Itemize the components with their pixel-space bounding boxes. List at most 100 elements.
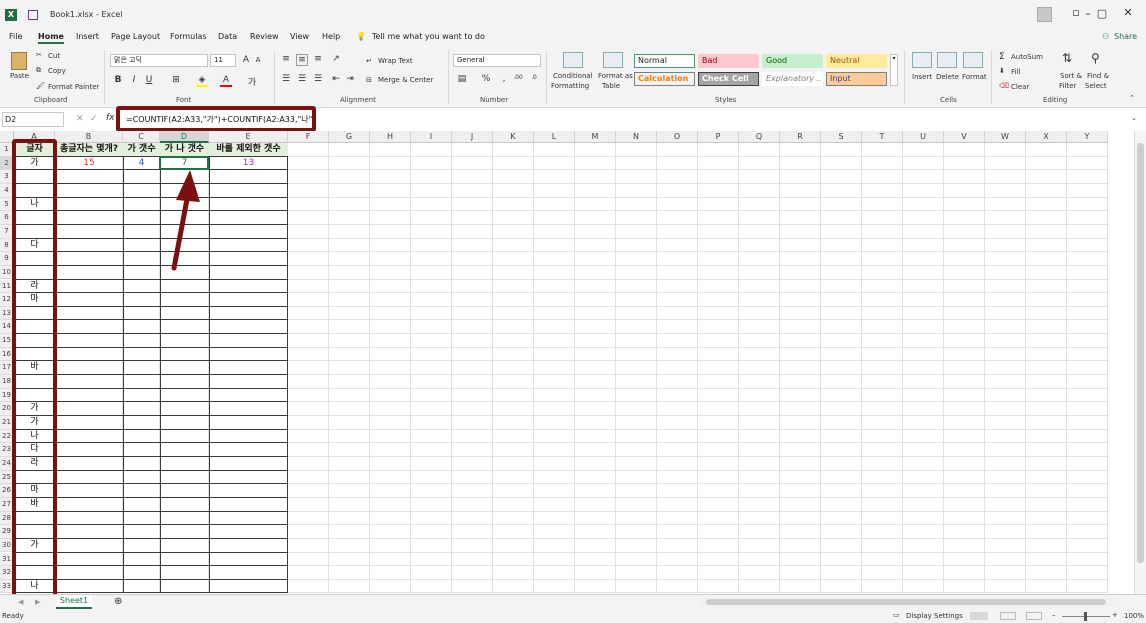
zoom-level[interactable]: 100% [1124, 612, 1144, 620]
column-header-g[interactable]: G [329, 131, 370, 143]
display-settings-button[interactable]: Display Settings [906, 612, 963, 620]
fill-button[interactable]: Fill [1011, 68, 1020, 76]
italic-icon[interactable]: I [128, 75, 140, 85]
name-box[interactable]: D2 [2, 112, 64, 127]
cell-style-7[interactable]: Input [826, 72, 887, 86]
borders-icon[interactable]: ⊞ [170, 75, 182, 85]
phonetic-icon[interactable]: 가 [246, 75, 258, 88]
zoom-slider-thumb[interactable] [1084, 612, 1087, 621]
delete-cells-icon[interactable] [937, 52, 957, 68]
restore-icon[interactable]: ▢ [1088, 7, 1116, 20]
expand-formula-bar-icon[interactable]: ⌄ [1131, 114, 1137, 122]
tab-view[interactable]: View [290, 32, 309, 41]
comma-style-icon[interactable]: , [498, 74, 510, 84]
accounting-format-icon[interactable]: ▤ [456, 74, 468, 84]
page-break-view-icon[interactable] [1026, 612, 1042, 620]
underline-icon[interactable]: U [143, 75, 155, 85]
find-select-button[interactable]: Find & [1087, 72, 1109, 80]
insert-cells-icon[interactable] [912, 52, 932, 68]
font-name-select[interactable]: 맑은 고딕 [110, 54, 208, 67]
cancel-icon[interactable]: ✕ [76, 114, 84, 124]
horizontal-scroll-thumb[interactable] [706, 599, 1106, 605]
number-format-select[interactable]: General [453, 54, 541, 67]
column-header-l[interactable]: L [534, 131, 575, 143]
increase-font-icon[interactable]: A [240, 55, 252, 65]
page-layout-view-icon[interactable] [1000, 612, 1016, 620]
column-header-o[interactable]: O [657, 131, 698, 143]
decrease-indent-icon[interactable]: ⇤ [330, 74, 342, 84]
format-as-table-button[interactable]: Format as [598, 72, 633, 80]
cell-b2[interactable]: 15 [55, 157, 123, 170]
cell-style-3[interactable]: Neutral [826, 54, 887, 68]
cell-style-4[interactable]: Calculation [634, 72, 695, 86]
paste-button[interactable]: Paste [10, 72, 29, 80]
increase-indent-icon[interactable]: ⇥ [344, 74, 356, 84]
align-middle-icon[interactable]: ≡ [296, 54, 308, 66]
column-header-e[interactable]: E [209, 131, 288, 143]
tab-insert[interactable]: Insert [76, 32, 99, 41]
tab-file[interactable]: File [9, 32, 22, 41]
cell-style-1[interactable]: Bad [698, 54, 759, 68]
column-header-i[interactable]: I [411, 131, 452, 143]
decrease-decimal-icon[interactable]: .0 [528, 74, 540, 81]
column-header-r[interactable]: R [780, 131, 821, 143]
column-header-m[interactable]: M [575, 131, 616, 143]
decrease-font-icon[interactable]: A [252, 56, 264, 64]
save-icon[interactable] [28, 10, 38, 20]
align-bottom-icon[interactable]: ≡ [312, 54, 324, 64]
format-cells-icon[interactable] [963, 52, 983, 68]
column-header-d[interactable]: D [160, 131, 209, 143]
column-header-u[interactable]: U [903, 131, 944, 143]
align-center-icon[interactable]: ☰ [296, 74, 308, 84]
share-button[interactable]: Share [1114, 32, 1137, 41]
format-cells-button[interactable]: Format [962, 73, 987, 81]
fill-color-icon[interactable]: ◈ [196, 75, 208, 87]
cell-d1[interactable]: 가 나 갯수 [160, 143, 209, 156]
column-header-q[interactable]: Q [739, 131, 780, 143]
cut-button[interactable]: Cut [48, 52, 60, 60]
horizontal-scrollbar[interactable] [700, 598, 1118, 606]
collapse-ribbon-icon[interactable]: ⌃ [1129, 94, 1135, 102]
font-color-icon[interactable]: A [220, 75, 232, 87]
align-right-icon[interactable]: ☰ [312, 74, 324, 84]
format-painter-button[interactable]: Format Painter [48, 83, 99, 91]
paste-icon[interactable] [11, 52, 27, 70]
column-header-j[interactable]: J [452, 131, 493, 143]
insert-function-icon[interactable]: fx [106, 113, 115, 123]
format-as-table-icon[interactable] [603, 52, 623, 68]
cell-style-2[interactable]: Good [762, 54, 823, 68]
tell-me-search[interactable]: Tell me what you want to do [372, 32, 485, 41]
styles-gallery-more-icon[interactable]: ▾ [890, 54, 898, 86]
increase-decimal-icon[interactable]: .00 [512, 74, 524, 81]
cell-c2[interactable]: 4 [123, 157, 160, 170]
sort-filter-button[interactable]: Sort & [1060, 72, 1082, 80]
sheet-tab-sheet1[interactable]: Sheet1 [56, 595, 92, 609]
cell-e1[interactable]: 바를 제외한 갯수 [209, 143, 288, 156]
tab-formulas[interactable]: Formulas [170, 32, 207, 41]
conditional-formatting-icon[interactable] [563, 52, 583, 68]
clear-button[interactable]: Clear [1011, 83, 1029, 91]
column-header-w[interactable]: W [985, 131, 1026, 143]
cell-style-6[interactable]: Explanatory ... [762, 72, 823, 86]
account-avatar-icon[interactable] [1037, 7, 1052, 22]
conditional-formatting-button[interactable]: Conditional [553, 72, 593, 80]
tab-page-layout[interactable]: Page Layout [111, 32, 160, 41]
normal-view-icon[interactable] [970, 612, 988, 620]
close-icon[interactable]: ✕ [1114, 6, 1142, 19]
insert-cells-button[interactable]: Insert [912, 73, 932, 81]
bold-icon[interactable]: B [112, 75, 124, 85]
font-size-select[interactable]: 11 [210, 54, 236, 67]
cell-c1[interactable]: 가 갯수 [123, 143, 160, 156]
orientation-icon[interactable]: ↗ [330, 54, 342, 64]
cell-style-0[interactable]: Normal [634, 54, 695, 68]
column-header-x[interactable]: X [1026, 131, 1067, 143]
align-left-icon[interactable]: ☰ [280, 74, 292, 84]
column-header-n[interactable]: N [616, 131, 657, 143]
column-header-t[interactable]: T [862, 131, 903, 143]
tab-review[interactable]: Review [250, 32, 279, 41]
column-header-v[interactable]: V [944, 131, 985, 143]
percent-icon[interactable]: % [480, 74, 492, 84]
zoom-out-icon[interactable]: – [1052, 611, 1056, 619]
column-header-f[interactable]: F [288, 131, 329, 143]
align-top-icon[interactable]: ≡ [280, 54, 292, 64]
